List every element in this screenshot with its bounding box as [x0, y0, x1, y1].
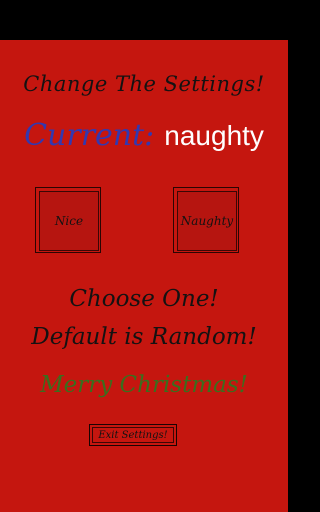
current-setting-row: Current: naughty — [0, 118, 288, 153]
nice-button[interactable]: Nice — [35, 187, 101, 253]
settings-title: Change The Settings! — [23, 72, 265, 96]
current-value: naughty — [164, 120, 264, 151]
merry-christmas-text: Merry Christmas! — [40, 372, 248, 398]
choose-one-text: Choose One! — [69, 286, 219, 312]
naughty-button[interactable]: Naughty — [173, 187, 239, 253]
nice-button-label: Nice — [39, 191, 99, 251]
naughty-button-label: Naughty — [177, 191, 237, 251]
exit-settings-label: Exit Settings! — [92, 427, 174, 443]
current-label: Current: — [24, 118, 155, 153]
exit-settings-button[interactable]: Exit Settings! — [89, 424, 177, 446]
default-random-text: Default is Random! — [31, 324, 257, 350]
screen: Change The Settings! Current: naughty Nic… — [0, 0, 288, 512]
